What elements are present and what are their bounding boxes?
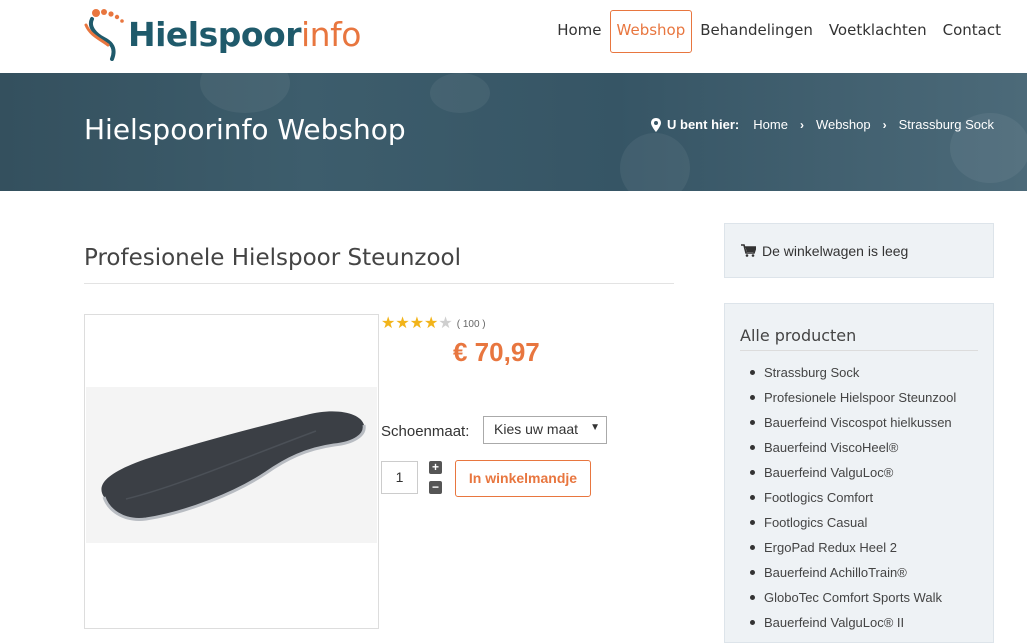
site-logo[interactable]: Hielspoorinfo <box>82 5 361 61</box>
breadcrumb-home[interactable]: Home <box>753 117 788 132</box>
breadcrumb-label: U bent hier: <box>667 117 740 132</box>
size-select[interactable]: Kies uw maat ▼ <box>483 416 607 444</box>
product-link[interactable]: ErgoPad Redux Heel 2 <box>749 539 956 564</box>
product-link[interactable]: Profesionele Hielspoor Steunzool <box>749 389 956 414</box>
size-select-value: Kies uw maat <box>494 421 579 437</box>
page-banner: Hielspoorinfo Webshop U bent hier: Home … <box>0 73 1027 191</box>
product-rating[interactable]: ★ ★ ★ ★ ★ ( 100 ) <box>381 316 486 332</box>
page-title: Hielspoorinfo Webshop <box>84 113 406 146</box>
logo-text-suffix: info <box>301 15 361 54</box>
dropdown-arrow-icon: ▼ <box>590 422 600 433</box>
size-label: Schoenmaat: <box>381 423 470 440</box>
quantity-stepper: + − <box>429 461 443 501</box>
product-link[interactable]: Footlogics Comfort <box>749 489 956 514</box>
nav-behandelingen[interactable]: Behandelingen <box>692 10 821 53</box>
plus-icon[interactable]: + <box>429 461 442 474</box>
logo-text-main: Hielspoor <box>128 15 302 54</box>
product-link[interactable]: Footlogics Casual <box>749 514 956 539</box>
breadcrumb-webshop[interactable]: Webshop <box>816 117 871 132</box>
breadcrumb-current: Strassburg Sock <box>898 117 994 132</box>
star-icon: ★ <box>424 315 439 332</box>
product-link[interactable]: Bauerfeind AchilloTrain® <box>749 564 956 589</box>
map-pin-icon <box>651 117 662 132</box>
nav-voetklachten[interactable]: Voetklachten <box>821 10 935 53</box>
rating-count: ( 100 ) <box>456 318 486 330</box>
products-heading: Alle producten <box>740 326 857 345</box>
nav-webshop[interactable]: Webshop <box>609 10 693 53</box>
product-price: € 70,97 <box>453 337 540 367</box>
product-link[interactable]: Strassburg Sock <box>749 364 956 389</box>
divider <box>84 283 674 284</box>
insole-image <box>101 411 366 521</box>
breadcrumb: U bent hier: Home › Webshop › Strassburg… <box>651 117 994 132</box>
product-link[interactable]: Bauerfeind Viscospot hielkussen <box>749 414 956 439</box>
star-icon: ★ <box>409 315 425 332</box>
divider <box>740 350 978 351</box>
star-empty-icon: ★ <box>438 315 453 332</box>
product-link[interactable]: GloboTec Comfort Sports Walk <box>749 589 956 614</box>
star-icon: ★ <box>381 315 396 332</box>
product-link[interactable]: Bauerfeind ViscoHeel® <box>749 439 956 464</box>
cart-status: De winkelwagen is leeg <box>762 243 909 259</box>
minus-icon[interactable]: − <box>429 481 442 494</box>
quantity-input[interactable]: 1 <box>381 461 418 494</box>
product-image[interactable] <box>84 314 379 629</box>
chevron-right-icon: › <box>882 117 887 132</box>
star-icon: ★ <box>395 315 410 332</box>
shopping-cart-icon <box>741 244 756 257</box>
product-link[interactable]: Bauerfeind ValguLoc® II <box>749 614 956 639</box>
add-to-cart-button[interactable]: In winkelmandje <box>455 460 591 497</box>
product-list: Strassburg Sock Profesionele Hielspoor S… <box>749 364 956 639</box>
foot-logo-icon <box>84 9 124 61</box>
nav-contact[interactable]: Contact <box>935 10 1009 53</box>
nav-home[interactable]: Home <box>549 10 609 53</box>
logo-text: Hielspoorinfo <box>128 15 361 54</box>
product-link[interactable]: Bauerfeind ValguLoc® <box>749 464 956 489</box>
site-header: Hielspoorinfo Home Webshop Behandelingen… <box>0 0 1027 73</box>
product-title: Profesionele Hielspoor Steunzool <box>84 245 462 271</box>
products-widget: Alle producten Strassburg Sock Profesion… <box>724 303 994 643</box>
chevron-right-icon: › <box>799 117 804 132</box>
main-nav: Home Webshop Behandelingen Voetklachten … <box>549 10 1009 53</box>
cart-widget[interactable]: De winkelwagen is leeg <box>724 223 994 278</box>
